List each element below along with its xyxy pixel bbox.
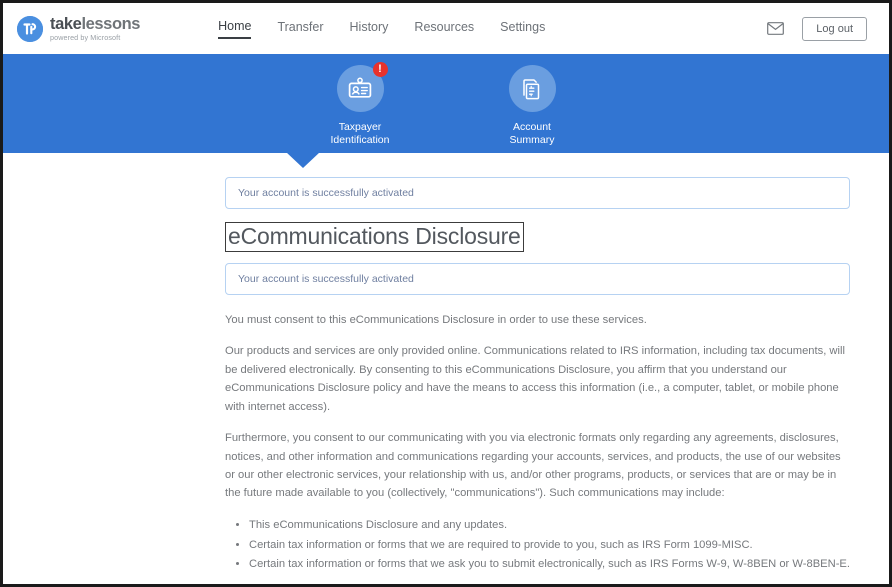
step-taxpayer-identification[interactable]: ! Taxpayer Identification bbox=[300, 62, 420, 153]
envelope-icon[interactable] bbox=[767, 22, 785, 35]
brand-logo[interactable]: takelessons powered by Microsoft bbox=[17, 14, 141, 43]
brand-text: takelessons powered by Microsoft bbox=[50, 14, 141, 43]
nav-right-actions: Log out bbox=[767, 16, 867, 41]
step-label-account-summary: Account Summary bbox=[472, 121, 592, 147]
list-item: Certain tax information or forms that we… bbox=[249, 536, 850, 556]
step-label-line2: Summary bbox=[509, 134, 555, 147]
disclosure-paragraph-2: Our products and services are only provi… bbox=[225, 345, 845, 413]
documents-dollar-icon bbox=[508, 65, 556, 112]
list-item: This eCommunications Disclosure and any … bbox=[249, 516, 850, 536]
nav-item-home[interactable]: Home bbox=[218, 19, 252, 39]
brand-name: takelessons bbox=[50, 14, 141, 33]
disclosure-paragraph-1: You must consent to this eCommunications… bbox=[225, 313, 647, 326]
nav-item-transfer[interactable]: Transfer bbox=[277, 20, 323, 38]
step-label-taxpayer-identification: Taxpayer Identification bbox=[300, 121, 420, 147]
alert-account-activated-top: Your account is successfully activated bbox=[225, 177, 850, 209]
alert-account-activated-second: Your account is successfully activated bbox=[225, 262, 850, 295]
nav-item-settings[interactable]: Settings bbox=[500, 20, 545, 38]
nav-item-history[interactable]: History bbox=[350, 20, 389, 38]
step-icon-wrap bbox=[508, 65, 556, 112]
step-alert-badge: ! bbox=[372, 62, 388, 77]
step-label-line1: Taxpayer bbox=[338, 121, 382, 133]
main-nav: Home Transfer History Resources Settings bbox=[218, 19, 545, 39]
brand-name-bold: take bbox=[50, 14, 82, 33]
step-label-line2: Identification bbox=[330, 134, 390, 147]
logout-button[interactable]: Log out bbox=[802, 16, 867, 41]
browser-viewport: takelessons powered by Microsoft Home Tr… bbox=[0, 0, 892, 587]
stepper-active-caret bbox=[286, 152, 320, 168]
step-account-summary[interactable]: Account Summary bbox=[472, 65, 592, 153]
top-navigation-bar: takelessons powered by Microsoft Home Tr… bbox=[3, 3, 889, 54]
list-item: Certain tax information or forms that we… bbox=[249, 555, 850, 575]
brand-name-light: lessons bbox=[81, 14, 141, 33]
step-icon-wrap: ! bbox=[336, 62, 388, 112]
step-label-line1: Account bbox=[513, 121, 551, 133]
communications-list: This eCommunications Disclosure and any … bbox=[225, 516, 850, 575]
step-alert-badge-text: ! bbox=[378, 62, 382, 75]
main-content: Your account is successfully activated e… bbox=[225, 153, 850, 584]
brand-tagline: powered by Microsoft bbox=[50, 33, 121, 43]
disclosure-paragraph-3: Furthermore, you consent to our communic… bbox=[225, 432, 841, 500]
nav-item-resources[interactable]: Resources bbox=[414, 20, 474, 38]
page-title: eCommunications Disclosure bbox=[225, 222, 524, 252]
takelessons-circle-logo-icon bbox=[17, 15, 43, 42]
progress-stepper-banner: ! Taxpayer Identification Account Summar… bbox=[3, 54, 889, 168]
